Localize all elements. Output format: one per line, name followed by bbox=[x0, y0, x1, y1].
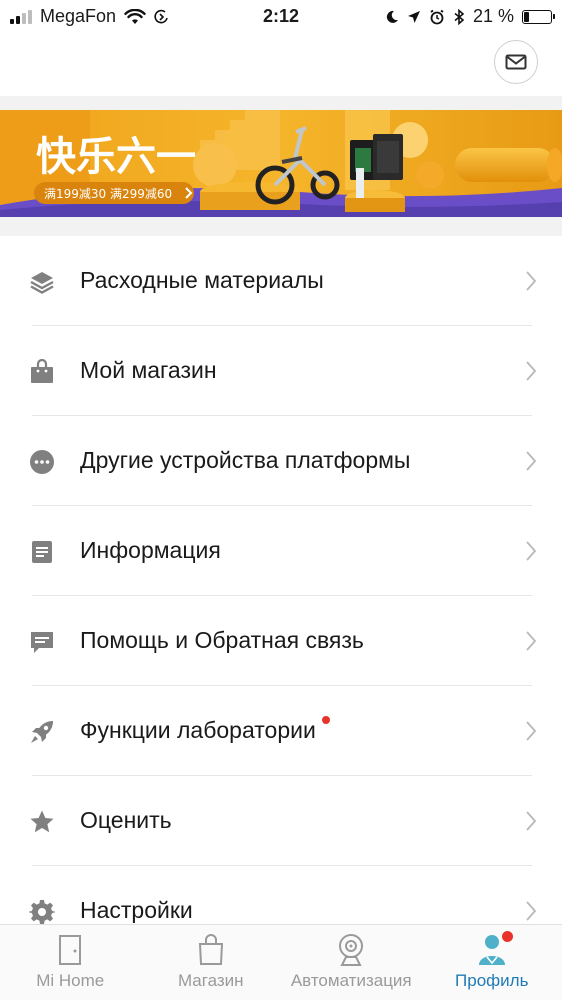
camera-icon bbox=[332, 933, 370, 967]
banner-artwork: 快乐六一 满199减30 满299减60 bbox=[0, 110, 562, 217]
tab-profile[interactable]: Профиль bbox=[422, 925, 562, 1000]
tab-label: Mi Home bbox=[36, 971, 105, 990]
chevron-right-icon bbox=[526, 811, 537, 831]
chevron-right-icon bbox=[526, 541, 537, 561]
menu-item-label: Другие устройства платформы bbox=[80, 447, 411, 473]
separator-band bbox=[0, 217, 562, 236]
tab-mi-home[interactable]: Mi Home bbox=[0, 925, 141, 1000]
tab-label: Профиль bbox=[455, 971, 529, 990]
menu-item-label: Функции лаборатории bbox=[80, 716, 330, 744]
status-right: 21 % bbox=[385, 6, 555, 27]
menu-item-label: Настройки bbox=[80, 897, 193, 923]
menu-item-label: Расходные материалы bbox=[80, 267, 324, 293]
tab-label: Автоматизация bbox=[290, 971, 412, 990]
layers-icon bbox=[28, 268, 56, 296]
notification-badge bbox=[321, 716, 330, 724]
separator-band bbox=[0, 96, 562, 110]
chevron-right-icon bbox=[526, 451, 537, 471]
more-dots-icon bbox=[28, 448, 56, 476]
moon-icon bbox=[386, 10, 398, 23]
notification-badge bbox=[501, 931, 513, 942]
chevron-right-icon bbox=[526, 901, 537, 921]
shopping-bag-icon bbox=[28, 358, 56, 386]
mail-button[interactable] bbox=[494, 40, 538, 84]
tab-store[interactable]: Магазин bbox=[141, 925, 282, 1000]
tab-label: Магазин bbox=[177, 971, 244, 990]
rocket-icon bbox=[28, 718, 56, 746]
menu-item-rate[interactable]: Оценить bbox=[0, 776, 562, 866]
menu-item-label: Мой магазин bbox=[80, 357, 217, 383]
chevron-right-icon bbox=[526, 271, 537, 291]
battery-percent: 21 % bbox=[472, 6, 514, 26]
menu-item-label-text: Функции лаборатории bbox=[80, 717, 316, 743]
banner-title: 快乐六一 bbox=[36, 134, 196, 180]
bluetooth-icon bbox=[454, 8, 465, 25]
bottom-tab-bar: Mi Home Магазин Автоматизация Профиль bbox=[0, 924, 562, 1000]
menu-item-lab-features[interactable]: Функции лаборатории bbox=[0, 686, 562, 776]
menu-item-label: Помощь и Обратная связь bbox=[80, 627, 364, 653]
gear-icon bbox=[28, 898, 56, 926]
menu-item-other-devices[interactable]: Другие устройства платформы bbox=[0, 416, 562, 506]
menu-item-label: Информация bbox=[80, 537, 221, 563]
chat-icon bbox=[28, 628, 56, 656]
chevron-right-icon bbox=[526, 631, 537, 651]
mail-icon bbox=[505, 54, 527, 70]
battery-icon bbox=[522, 9, 555, 24]
star-icon bbox=[28, 808, 56, 836]
menu-item-help-feedback[interactable]: Помощь и Обратная связь bbox=[0, 596, 562, 686]
alarm-icon bbox=[430, 9, 444, 24]
menu-item-label: Оценить bbox=[80, 807, 172, 833]
tab-automation[interactable]: Автоматизация bbox=[281, 925, 422, 1000]
status-bar: MegaFon 2:12 21 % bbox=[0, 0, 562, 32]
shopping-bag-icon bbox=[192, 933, 230, 967]
location-icon bbox=[407, 10, 420, 23]
menu-item-consumables[interactable]: Расходные материалы bbox=[0, 236, 562, 326]
banner-promo-text: 满199减30 满299减60 bbox=[44, 187, 172, 201]
profile-icon bbox=[473, 931, 513, 967]
chevron-right-icon bbox=[526, 361, 537, 381]
door-icon bbox=[51, 933, 89, 967]
menu-item-my-store[interactable]: Мой магазин bbox=[0, 326, 562, 416]
document-icon bbox=[28, 538, 56, 566]
chevron-right-icon bbox=[526, 721, 537, 741]
menu-item-information[interactable]: Информация bbox=[0, 506, 562, 596]
promo-banner[interactable]: 快乐六一 满199减30 满299减60 bbox=[0, 110, 562, 217]
profile-menu: Расходные материалы Мой магазин Другие у… bbox=[0, 236, 562, 956]
